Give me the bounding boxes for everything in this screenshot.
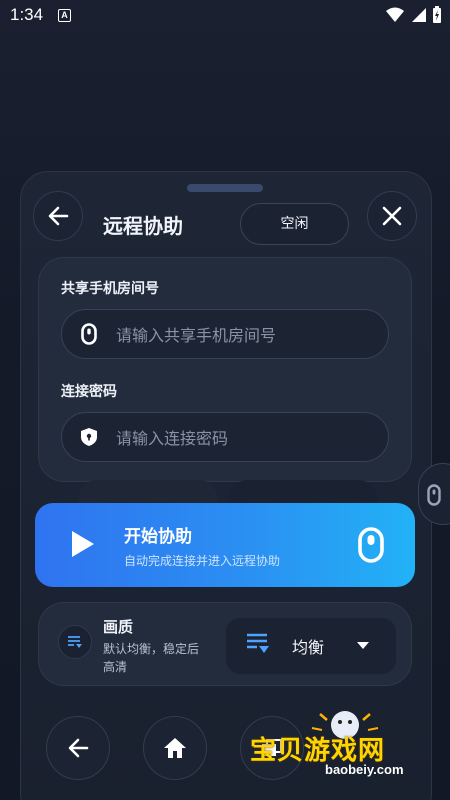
notification-a-icon: A <box>58 9 71 22</box>
shield-icon <box>62 427 116 447</box>
back-button[interactable] <box>33 191 83 241</box>
mouse-icon <box>62 323 116 345</box>
wifi-icon <box>386 7 404 22</box>
start-assist-subtitle: 自动完成连接并进入远程协助 <box>124 554 281 568</box>
close-icon <box>382 206 402 226</box>
sort-list-icon <box>247 633 269 653</box>
status-bar: 1:34 A <box>0 0 450 32</box>
password-placeholder: 请输入连接密码 <box>116 429 229 448</box>
status-icons <box>386 6 442 24</box>
drag-handle[interactable] <box>187 184 263 192</box>
room-number-label: 共享手机房间号 <box>61 281 159 297</box>
floating-side-handle[interactable] <box>418 463 450 525</box>
watermark-url: baobeiy.com <box>325 762 404 777</box>
room-number-placeholder: 请输入共享手机房间号 <box>116 326 277 345</box>
quality-title: 画质 <box>103 618 134 636</box>
quality-list-icon <box>58 625 92 659</box>
mouse-icon <box>358 527 384 563</box>
nav-home-button[interactable] <box>143 716 207 780</box>
start-assist-button[interactable] <box>35 503 415 587</box>
password-label: 连接密码 <box>61 384 117 400</box>
quality-description: 默认均衡，稳定后高清 <box>103 642 200 674</box>
arrow-left-icon <box>68 738 89 758</box>
close-button[interactable] <box>367 191 417 241</box>
home-icon <box>164 738 186 758</box>
signal-icon <box>412 8 426 22</box>
quality-value: 均衡 <box>292 638 325 657</box>
room-number-input[interactable]: 请输入共享手机房间号 <box>61 309 389 359</box>
nav-back-button[interactable] <box>46 716 110 780</box>
status-time: 1:34 <box>10 5 44 24</box>
page-title: 远程协助 <box>103 214 183 238</box>
password-input[interactable]: 请输入连接密码 <box>61 412 389 462</box>
chevron-down-icon <box>357 642 369 649</box>
battery-charging-icon <box>433 6 441 23</box>
start-assist-title: 开始协助 <box>124 527 192 547</box>
play-icon <box>72 531 94 557</box>
status-badge: 空闲 <box>240 203 349 245</box>
arrow-left-icon <box>48 206 69 226</box>
mouse-icon <box>427 484 441 506</box>
